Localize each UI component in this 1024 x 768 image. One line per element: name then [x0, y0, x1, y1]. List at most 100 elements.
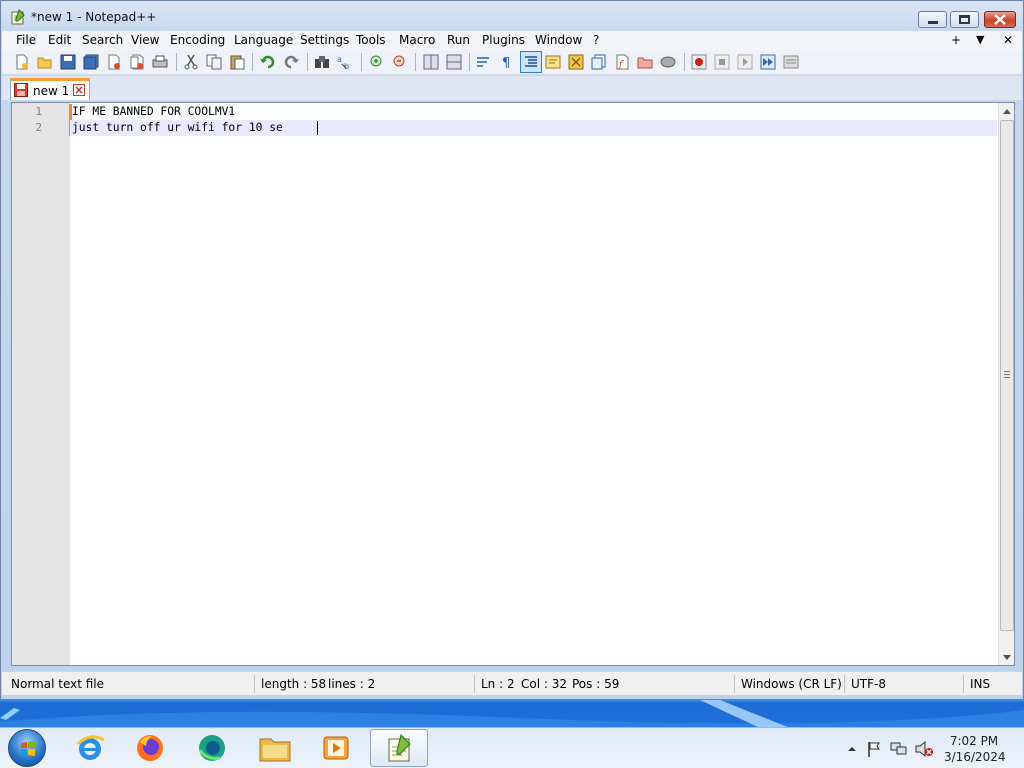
taskbar-internet-explorer[interactable]: [64, 729, 116, 767]
toolbar-separator: [307, 53, 308, 71]
show-all-characters-icon[interactable]: ¶: [499, 54, 515, 70]
minimize-button[interactable]: [918, 11, 947, 28]
zoom-out-icon[interactable]: [392, 54, 408, 70]
new-tab-button[interactable]: +: [951, 33, 961, 47]
text-area[interactable]: IF ME BANNED FOR COOLMV1 just turn off u…: [70, 103, 997, 665]
menu-macro[interactable]: Macro: [399, 33, 435, 47]
taskbar-file-explorer[interactable]: [249, 729, 301, 767]
svg-text:a: a: [337, 55, 342, 64]
record-macro-icon[interactable]: [691, 54, 707, 70]
undo-icon[interactable]: [260, 54, 276, 70]
system-clock[interactable]: 7:02 PM 3/16/2024: [944, 733, 1006, 765]
document-list-icon[interactable]: [591, 54, 607, 70]
find-icon[interactable]: [314, 54, 330, 70]
toolbar-separator: [469, 53, 470, 71]
vertical-scrollbar[interactable]: [998, 103, 1014, 665]
title-bar[interactable]: *new 1 - Notepad++: [1, 1, 1023, 31]
menu-view[interactable]: View: [131, 33, 159, 47]
replace-icon[interactable]: ab: [337, 54, 353, 70]
firefox-icon: [137, 735, 163, 761]
copy-icon[interactable]: [206, 54, 222, 70]
cut-icon[interactable]: [183, 54, 199, 70]
taskbar-notepad-plus-plus[interactable]: [370, 729, 428, 767]
new-file-icon[interactable]: [14, 54, 30, 70]
scroll-down-button[interactable]: [999, 649, 1015, 665]
redo-icon[interactable]: [283, 54, 299, 70]
scroll-thumb[interactable]: [1000, 120, 1014, 631]
menu-search[interactable]: Search: [82, 33, 123, 47]
status-separator: [254, 675, 255, 693]
taskbar-firefox[interactable]: [124, 729, 176, 767]
menu-plugins[interactable]: Plugins: [482, 33, 525, 47]
desktop-wallpaper-strip: [0, 700, 1024, 728]
folder-workspace-icon[interactable]: [637, 54, 653, 70]
tab-label: new 1: [33, 84, 70, 98]
action-center-flag-icon[interactable]: [866, 741, 882, 757]
status-pos: Pos : 59: [572, 677, 620, 691]
scroll-down-icon: [1003, 654, 1011, 660]
volume-muted-icon[interactable]: [915, 741, 933, 757]
menu-encoding[interactable]: Encoding: [170, 33, 225, 47]
menu-file[interactable]: File: [16, 33, 36, 47]
editor-pane[interactable]: 1 2 IF ME BANNED FOR COOLMV1 just turn o…: [11, 102, 1015, 666]
tab-close-icon[interactable]: [73, 84, 85, 96]
status-ln: Ln : 2: [481, 677, 515, 691]
file-explorer-icon: [259, 738, 291, 762]
toolbar-separator: [684, 53, 685, 71]
sync-vertical-icon[interactable]: [423, 54, 439, 70]
save-macro-icon[interactable]: [783, 54, 799, 70]
function-list-icon[interactable]: f: [614, 54, 630, 70]
show-hidden-icons-icon[interactable]: [845, 742, 859, 756]
start-button[interactable]: [8, 729, 46, 767]
code-line[interactable]: IF ME BANNED FOR COOLMV1: [72, 105, 235, 118]
open-file-icon[interactable]: [37, 54, 53, 70]
line-number: 1: [35, 105, 42, 118]
maximize-button[interactable]: [950, 11, 979, 28]
status-lines: lines : 2: [328, 677, 376, 691]
sync-horizontal-icon[interactable]: [446, 54, 462, 70]
print-icon[interactable]: [152, 54, 168, 70]
status-separator: [963, 675, 964, 693]
scroll-up-button[interactable]: [999, 103, 1015, 119]
word-wrap-icon[interactable]: [476, 54, 492, 70]
stop-macro-icon[interactable]: [714, 54, 730, 70]
taskbar-edge[interactable]: [186, 729, 238, 767]
save-icon[interactable]: [60, 54, 76, 70]
status-encoding[interactable]: UTF-8: [851, 677, 886, 691]
menu-language[interactable]: Language: [234, 33, 293, 47]
user-language-icon[interactable]: [545, 54, 561, 70]
toolbar-separator: [252, 53, 253, 71]
close-window-button[interactable]: [984, 11, 1016, 28]
taskbar-media-player[interactable]: [310, 729, 362, 767]
network-icon[interactable]: [890, 741, 908, 757]
paste-icon[interactable]: [229, 54, 245, 70]
close-document-button[interactable]: ✕: [1003, 33, 1013, 47]
indent-guide-icon: [525, 56, 537, 67]
close-all-icon[interactable]: [129, 54, 145, 70]
status-insert-mode[interactable]: INS: [970, 677, 990, 691]
window-title: *new 1 - Notepad++: [31, 10, 157, 24]
close-icon[interactable]: [106, 54, 122, 70]
play-macro-icon[interactable]: [737, 54, 753, 70]
run-macro-multiple-icon[interactable]: [760, 54, 776, 70]
tab-list-dropdown[interactable]: ▼: [976, 33, 984, 46]
menu-settings[interactable]: Settings: [300, 33, 349, 47]
tab-new-1[interactable]: new 1: [10, 78, 90, 100]
monitoring-icon[interactable]: [660, 54, 676, 70]
indent-guide-toggle[interactable]: [520, 51, 542, 73]
menu-run[interactable]: Run: [447, 33, 470, 47]
unsaved-file-icon: [14, 83, 28, 97]
menu-window[interactable]: Window: [535, 33, 582, 47]
toolbar-separator: [361, 53, 362, 71]
document-map-icon[interactable]: [568, 54, 584, 70]
code-line[interactable]: just turn off ur wifi for 10 se: [72, 121, 283, 134]
status-eol[interactable]: Windows (CR LF): [741, 677, 842, 691]
taskbar: 7:02 PM 3/16/2024: [0, 700, 1024, 768]
save-all-icon[interactable]: [83, 54, 99, 70]
minimize-icon: [927, 20, 938, 24]
menu-help[interactable]: ?: [593, 33, 599, 47]
notepad-plus-plus-icon[interactable]: [10, 9, 26, 25]
menu-edit[interactable]: Edit: [48, 33, 71, 47]
menu-tools[interactable]: Tools: [356, 33, 386, 47]
zoom-in-icon[interactable]: [369, 54, 385, 70]
